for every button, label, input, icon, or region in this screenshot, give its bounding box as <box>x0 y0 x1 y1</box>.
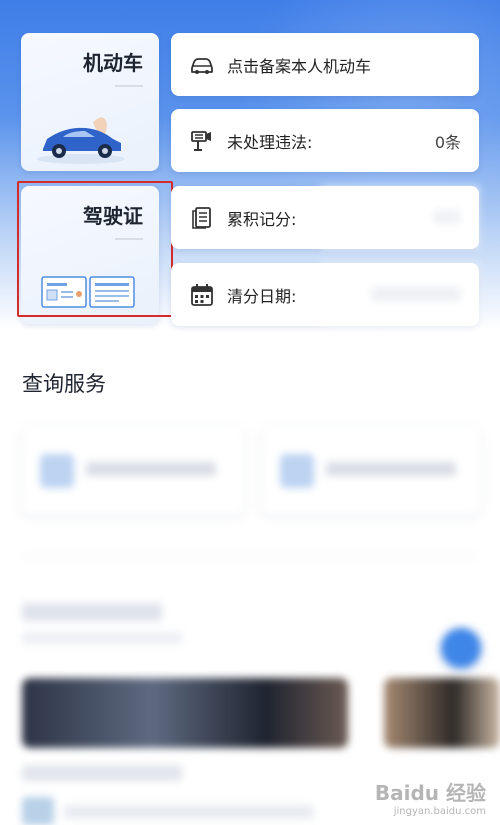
violations-label: 未处理违法: <box>227 132 313 152</box>
user-center-subtitle-blurred <box>22 632 182 644</box>
license-highlight-box <box>17 181 173 317</box>
violations-count: 0条 <box>434 132 461 152</box>
tile-divider <box>115 85 143 87</box>
baidu-watermark: Baidu 经验 jingyan.baidu.com <box>375 777 486 817</box>
camera-icon <box>191 130 211 151</box>
user-center-title-blurred <box>22 603 162 621</box>
blur-overlay <box>321 186 479 249</box>
car-outline-icon <box>191 57 213 74</box>
points-label: 累积记分: <box>227 209 297 229</box>
faq-item-blurred[interactable] <box>64 805 314 819</box>
service-label-blurred <box>86 462 216 476</box>
vehicle-tile[interactable]: 机动车 <box>21 33 159 171</box>
banner-image-1[interactable] <box>22 678 348 748</box>
points-row[interactable]: 累积记分: <box>171 186 479 249</box>
vehicle-tile-title: 机动车 <box>83 51 143 75</box>
service-card-license[interactable] <box>262 428 480 514</box>
watermark-url: jingyan.baidu.com <box>393 806 486 817</box>
watermark-brand: Baidu 经验 <box>374 781 486 805</box>
service-icon <box>40 454 74 488</box>
blur-overlay <box>321 263 479 326</box>
document-icon <box>192 206 211 229</box>
floating-service-button[interactable] <box>441 628 481 668</box>
faq-title-blurred <box>22 765 182 781</box>
calendar-icon <box>191 283 213 306</box>
faq-thumbnail <box>22 797 54 825</box>
car-illustration-icon <box>37 117 125 164</box>
clear-date-row[interactable]: 清分日期: <box>171 263 479 326</box>
banner-image-2[interactable] <box>384 678 500 748</box>
clear-date-label: 清分日期: <box>227 286 297 306</box>
section-divider <box>22 556 478 557</box>
violations-row[interactable]: 未处理违法: 0条 <box>171 109 479 172</box>
register-vehicle-row[interactable]: 点击备案本人机动车 <box>171 33 479 96</box>
service-card-vehicle[interactable] <box>22 428 244 514</box>
query-services-title: 查询服务 <box>22 372 106 396</box>
service-icon <box>280 454 314 488</box>
register-vehicle-label: 点击备案本人机动车 <box>227 56 372 76</box>
service-label-blurred <box>326 462 456 476</box>
